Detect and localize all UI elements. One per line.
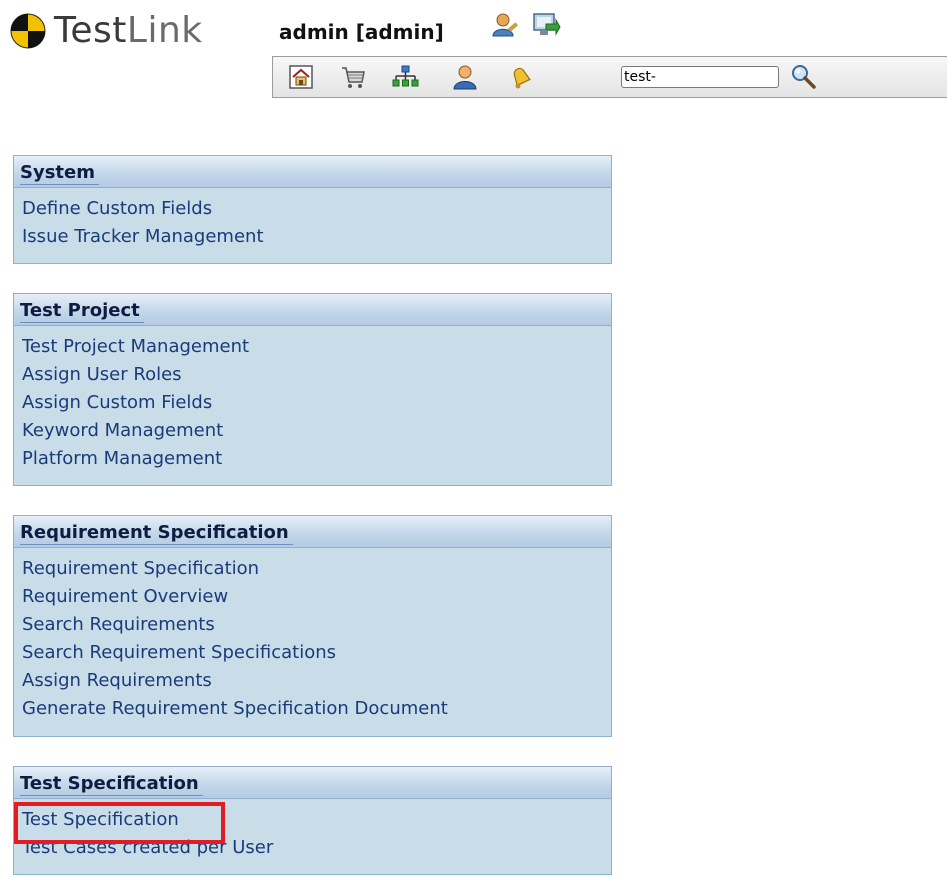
keyword-management-link[interactable]: Keyword Management (22, 417, 611, 445)
assign-custom-fields-link[interactable]: Assign Custom Fields (22, 389, 611, 417)
requirement-specification-section: Requirement Specification Requirement Sp… (13, 515, 612, 737)
test-specification-section: Test Specification Test Specification Te… (13, 766, 612, 875)
search-requirement-specifications-link[interactable]: Search Requirement Specifications (22, 639, 611, 667)
user-icon[interactable] (451, 63, 479, 91)
search-requirements-link[interactable]: Search Requirements (22, 611, 611, 639)
cart-icon[interactable] (339, 63, 367, 91)
requirement-specification-link[interactable]: Requirement Specification (22, 555, 611, 583)
section-header: System (14, 156, 611, 188)
define-custom-fields-link[interactable]: Define Custom Fields (22, 195, 611, 223)
issue-tracker-management-link[interactable]: Issue Tracker Management (22, 223, 611, 251)
system-section: System Define Custom Fields Issue Tracke… (13, 155, 612, 264)
bell-icon[interactable] (507, 63, 535, 91)
testlink-desktop-page: TestLink admin [admin] test- System Defi… (0, 0, 947, 892)
requirement-overview-link[interactable]: Requirement Overview (22, 583, 611, 611)
testlink-logo-icon (10, 13, 46, 49)
logo-wordmark: TestLink (54, 11, 203, 51)
test-cases-created-per-user-link[interactable]: Test Cases created per User (22, 834, 611, 862)
logout-icon[interactable] (531, 10, 561, 40)
generate-requirement-specification-document-link[interactable]: Generate Requirement Specification Docum… (22, 695, 611, 723)
section-title: Test Specification (20, 773, 203, 796)
testlink-logo[interactable]: TestLink (10, 8, 203, 54)
logo-text-test: Test (54, 10, 127, 51)
section-header: Test Specification (14, 767, 611, 799)
magnifier-icon[interactable] (789, 62, 817, 90)
home-icon[interactable] (287, 63, 315, 91)
section-title: Test Project (20, 300, 144, 323)
platform-management-link[interactable]: Platform Management (22, 445, 611, 473)
test-specification-link[interactable]: Test Specification (22, 806, 611, 834)
sitemap-icon[interactable] (391, 63, 419, 91)
assign-user-roles-link[interactable]: Assign User Roles (22, 361, 611, 389)
main-toolbar (272, 56, 947, 98)
test-project-management-link[interactable]: Test Project Management (22, 333, 611, 361)
section-title: System (20, 162, 99, 185)
assign-requirements-link[interactable]: Assign Requirements (22, 667, 611, 695)
user-settings-icon[interactable] (490, 10, 520, 40)
section-title: Requirement Specification (20, 522, 293, 545)
current-user-label: admin [admin] (279, 20, 444, 44)
test-case-search-input[interactable] (621, 66, 779, 88)
section-header: Requirement Specification (14, 516, 611, 548)
logo-text-link: Link (126, 10, 203, 51)
section-header: Test Project (14, 294, 611, 326)
test-project-section: Test Project Test Project Management Ass… (13, 293, 612, 486)
